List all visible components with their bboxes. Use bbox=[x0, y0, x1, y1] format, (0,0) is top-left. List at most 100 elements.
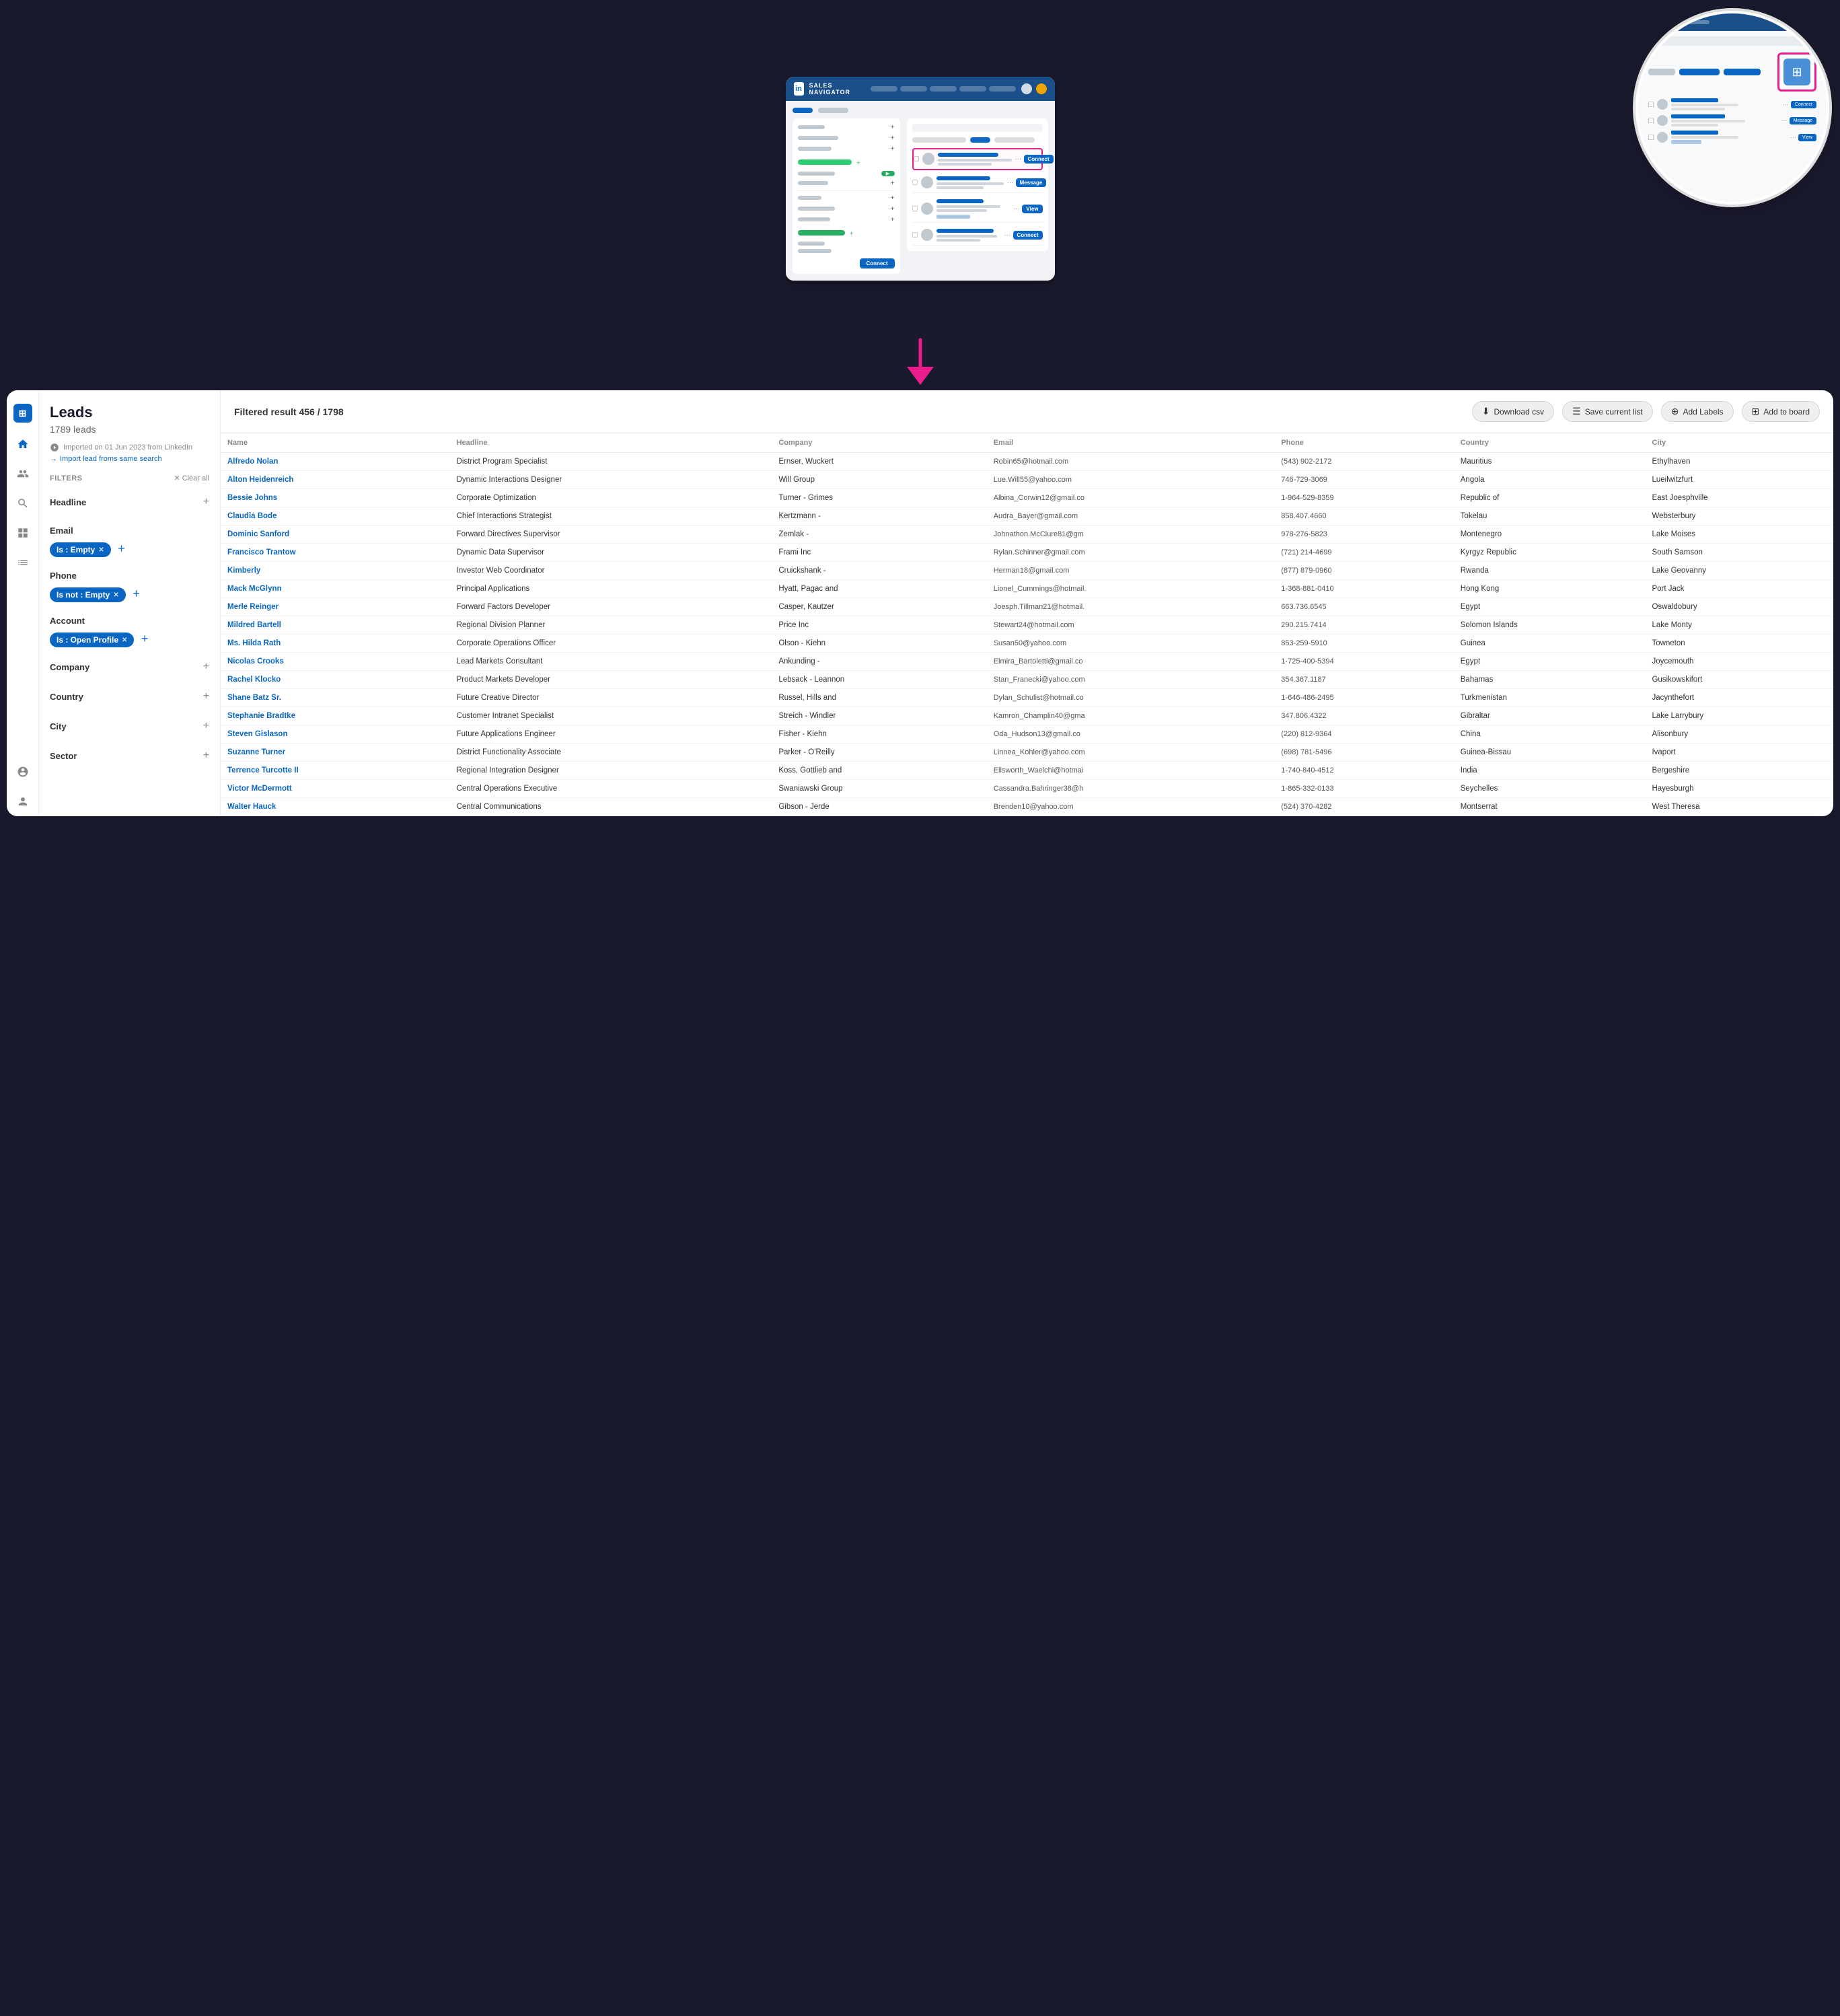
zoom-list-item: ··· Message bbox=[1648, 114, 1816, 127]
cell-country: Guinea-Bissau bbox=[1454, 744, 1646, 762]
cell-name: Stephanie Bradtke bbox=[221, 707, 450, 725]
filter-company-plus[interactable]: + bbox=[203, 661, 209, 673]
table-row[interactable]: Terrence Turcotte II Regional Integratio… bbox=[221, 762, 1833, 780]
cell-email: Herman18@gmail.com bbox=[987, 562, 1275, 580]
table-row[interactable]: Merle Reinger Forward Factors Developer … bbox=[221, 598, 1833, 616]
cell-phone: 853-259-5910 bbox=[1274, 635, 1453, 653]
table-row[interactable]: Mildred Bartell Regional Division Planne… bbox=[221, 616, 1833, 635]
filter-account-add[interactable]: + bbox=[141, 632, 149, 645]
home-icon[interactable] bbox=[15, 436, 31, 452]
settings-icon[interactable] bbox=[15, 764, 31, 780]
table-row[interactable]: Shane Batz Sr. Future Creative Director … bbox=[221, 689, 1833, 707]
filter-city-plus[interactable]: + bbox=[203, 720, 209, 732]
cell-country: Egypt bbox=[1454, 653, 1646, 671]
filter-company-header[interactable]: Company + bbox=[50, 657, 209, 677]
filter-account-header[interactable]: Account bbox=[50, 612, 209, 630]
filter-sector-header[interactable]: Sector + bbox=[50, 746, 209, 766]
table-row[interactable]: Steven Gislason Future Applications Engi… bbox=[221, 725, 1833, 744]
clear-all-button[interactable]: ✕ Clear all bbox=[174, 474, 209, 482]
table-row[interactable]: Rachel Klocko Product Markets Developer … bbox=[221, 671, 1833, 689]
table-row[interactable]: Nicolas Crooks Lead Markets Consultant A… bbox=[221, 653, 1833, 671]
table-row[interactable]: Victor McDermott Central Operations Exec… bbox=[221, 780, 1833, 798]
search-icon[interactable] bbox=[15, 495, 31, 511]
cell-company: Streich - Windler bbox=[772, 707, 986, 725]
table-body: Alfredo Nolan District Program Specialis… bbox=[221, 453, 1833, 816]
table-row[interactable]: Suzanne Turner District Functionality As… bbox=[221, 744, 1833, 762]
list-item[interactable]: ··· Message bbox=[912, 173, 1043, 193]
table-row[interactable]: Walter Hauck Central Communications Gibs… bbox=[221, 798, 1833, 816]
list-item[interactable]: ··· View bbox=[912, 196, 1043, 223]
filter-headline-plus[interactable]: + bbox=[203, 496, 209, 508]
cell-headline: Investor Web Coordinator bbox=[450, 562, 772, 580]
cell-headline: Forward Directives Supervisor bbox=[450, 526, 772, 544]
filter-phone-add[interactable]: + bbox=[133, 587, 140, 600]
filter-city-label: City bbox=[50, 721, 67, 731]
filter-headline-header[interactable]: Headline + bbox=[50, 492, 209, 512]
user-avatar-icon[interactable] bbox=[15, 793, 31, 809]
import-link[interactable]: → Import lead froms same search bbox=[50, 455, 209, 463]
filter-account-tag[interactable]: Is : Open Profile ✕ bbox=[50, 633, 134, 647]
left-filter-panel: + + + + ▶ bbox=[793, 118, 900, 274]
people-icon[interactable] bbox=[15, 466, 31, 482]
table-row[interactable]: Ms. Hilda Rath Corporate Operations Offi… bbox=[221, 635, 1833, 653]
cell-company: Turner - Grimes bbox=[772, 489, 986, 507]
cell-city: Lake Monty bbox=[1645, 616, 1833, 635]
filter-phone-header[interactable]: Phone bbox=[50, 567, 209, 585]
grid-icon[interactable]: ⊞ bbox=[1783, 59, 1810, 85]
table-row[interactable]: Alton Heidenreich Dynamic Interactions D… bbox=[221, 471, 1833, 489]
table-row[interactable]: Dominic Sanford Forward Directives Super… bbox=[221, 526, 1833, 544]
filter-email-add[interactable]: + bbox=[118, 542, 125, 555]
cell-city: Ivaport bbox=[1645, 744, 1833, 762]
add-labels-button[interactable]: ⊕ Add Labels bbox=[1661, 401, 1734, 422]
save-current-list-button[interactable]: ☰ Save current list bbox=[1562, 401, 1653, 422]
filter-country-plus[interactable]: + bbox=[203, 690, 209, 703]
filter-country-header[interactable]: Country + bbox=[50, 686, 209, 707]
filter-account-tag-remove[interactable]: ✕ bbox=[122, 637, 127, 644]
cell-headline: Product Markets Developer bbox=[450, 671, 772, 689]
cell-country: Tokelau bbox=[1454, 507, 1646, 526]
add-to-board-button[interactable]: ⊞ Add to board bbox=[1742, 401, 1820, 422]
cell-headline: District Program Specialist bbox=[450, 453, 772, 471]
cell-company: Lebsack - Leannon bbox=[772, 671, 986, 689]
filter-city-header[interactable]: City + bbox=[50, 716, 209, 736]
table-row[interactable]: Claudia Bode Chief Interactions Strategi… bbox=[221, 507, 1833, 526]
tab-active[interactable] bbox=[793, 108, 813, 113]
cell-country: Seychelles bbox=[1454, 780, 1646, 798]
cell-phone: 1-964-529-8359 bbox=[1274, 489, 1453, 507]
filter-email-tag-remove[interactable]: ✕ bbox=[98, 546, 104, 554]
list-item[interactable]: ··· Connect bbox=[912, 225, 1043, 246]
leads-toolbar: Filtered result 456 / 1798 ⬇ Download cs… bbox=[221, 390, 1833, 433]
cell-city: Alisonbury bbox=[1645, 725, 1833, 744]
cell-email: Johnathon.McClure81@gm bbox=[987, 526, 1275, 544]
cell-name: Nicolas Crooks bbox=[221, 653, 450, 671]
leads-title: Leads bbox=[50, 404, 209, 421]
filter-email-header[interactable]: Email bbox=[50, 521, 209, 540]
list-item-highlighted[interactable]: ··· Connect bbox=[912, 148, 1043, 170]
table-row[interactable]: Stephanie Bradtke Customer Intranet Spec… bbox=[221, 707, 1833, 725]
table-row[interactable]: Bessie Johns Corporate Optimization Turn… bbox=[221, 489, 1833, 507]
filter-email-tag[interactable]: Is : Empty ✕ bbox=[50, 542, 111, 557]
cell-country: Bahamas bbox=[1454, 671, 1646, 689]
table-row[interactable]: Francisco Trantow Dynamic Data Superviso… bbox=[221, 544, 1833, 562]
tab-inactive[interactable] bbox=[818, 108, 848, 113]
zoom-topbar bbox=[1638, 13, 1827, 31]
browser-title: SALES NAVIGATOR bbox=[809, 82, 860, 96]
cell-email: Ellsworth_Waelchi@hotmai bbox=[987, 762, 1275, 780]
grid-view-icon[interactable] bbox=[15, 525, 31, 541]
download-csv-button[interactable]: ⬇ Download csv bbox=[1472, 401, 1554, 422]
leads-table-container: Name Headline Company Email Phone Countr… bbox=[221, 433, 1833, 816]
list-view-icon[interactable] bbox=[15, 554, 31, 571]
cell-name: Mack McGlynn bbox=[221, 580, 450, 598]
filter-phone-tag[interactable]: Is not : Empty ✕ bbox=[50, 587, 126, 602]
cell-country: Montserrat bbox=[1454, 798, 1646, 816]
table-row[interactable]: Mack McGlynn Principal Applications Hyat… bbox=[221, 580, 1833, 598]
cell-city: South Samson bbox=[1645, 544, 1833, 562]
cell-name: Victor McDermott bbox=[221, 780, 450, 798]
user-circle bbox=[1021, 83, 1032, 94]
filter-phone-tag-remove[interactable]: ✕ bbox=[113, 591, 118, 599]
filter-city: City + bbox=[50, 716, 209, 736]
table-row[interactable]: Alfredo Nolan District Program Specialis… bbox=[221, 453, 1833, 471]
table-row[interactable]: Kimberly Investor Web Coordinator Cruick… bbox=[221, 562, 1833, 580]
filter-sector-plus[interactable]: + bbox=[203, 750, 209, 762]
browser-actions bbox=[1021, 83, 1047, 94]
